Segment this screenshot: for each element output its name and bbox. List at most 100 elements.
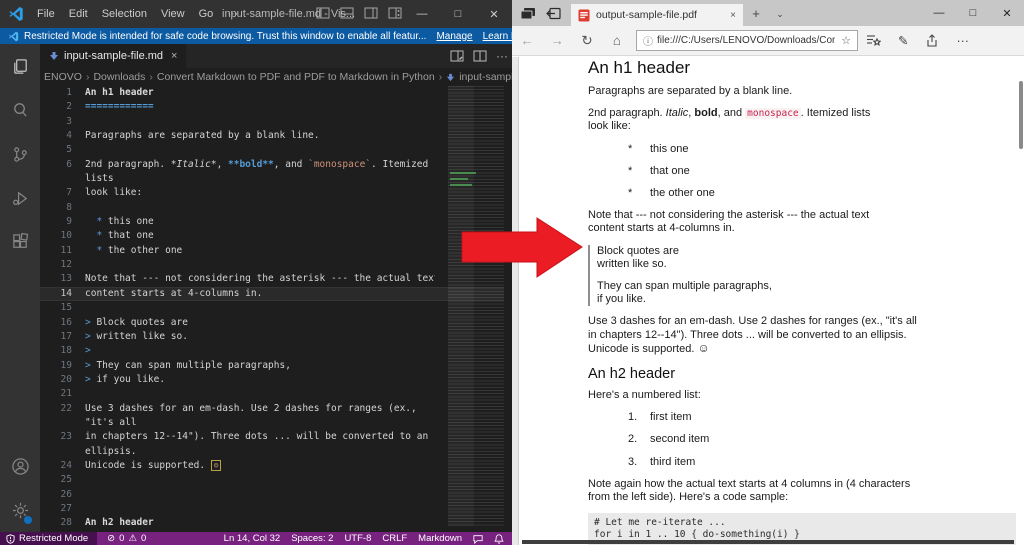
minimap[interactable] bbox=[448, 86, 504, 526]
editor-line[interactable]: 14content starts at 4-columns in. bbox=[40, 287, 512, 301]
editor-line[interactable]: ellipsis. bbox=[40, 445, 512, 459]
status-indentation[interactable]: Spaces: 2 bbox=[291, 533, 333, 544]
edge-minimize-button[interactable]: — bbox=[922, 0, 956, 26]
vscode-maximize-button[interactable]: □ bbox=[440, 0, 476, 28]
editor-line[interactable]: 8 bbox=[40, 201, 512, 215]
editor-line[interactable]: 27 bbox=[40, 502, 512, 516]
back-icon[interactable]: ← bbox=[512, 33, 542, 48]
editor-line[interactable]: 1An h1 header bbox=[40, 86, 512, 100]
editor-line[interactable]: 5 bbox=[40, 143, 512, 157]
sidebar-item-source-control[interactable] bbox=[0, 132, 40, 176]
menu-view[interactable]: View bbox=[154, 8, 192, 20]
favorites-hub-icon[interactable] bbox=[866, 34, 881, 47]
refresh-icon[interactable]: ↻ bbox=[572, 33, 602, 49]
editor-line[interactable]: 12 bbox=[40, 258, 512, 272]
breadcrumb-item[interactable]: input-sample-file.md bbox=[459, 71, 512, 83]
feedback-icon[interactable] bbox=[473, 534, 483, 544]
split-editor-icon[interactable] bbox=[473, 49, 487, 63]
editor-line[interactable]: 28An h2 header bbox=[40, 516, 512, 530]
toggle-secondary-sidebar-icon[interactable] bbox=[364, 6, 378, 20]
edge-maximize-button[interactable]: □ bbox=[956, 0, 990, 26]
tab-dropdown-icon[interactable]: ⌄ bbox=[769, 2, 791, 26]
breadcrumb-item[interactable]: Downloads bbox=[93, 71, 145, 83]
edge-close-button[interactable]: ✕ bbox=[990, 0, 1024, 26]
editor-line[interactable]: 23in chapters 12--14"). Three dots ... w… bbox=[40, 430, 512, 444]
vscode-close-button[interactable]: ✕ bbox=[476, 0, 512, 28]
add-favorite-star-icon[interactable]: ☆ bbox=[835, 34, 857, 47]
editor-line[interactable]: 25 bbox=[40, 473, 512, 487]
editor-line[interactable]: 15 bbox=[40, 301, 512, 315]
open-preview-icon[interactable] bbox=[450, 49, 464, 63]
edge-tab-label: output-sample-file.pdf bbox=[596, 9, 697, 21]
editor-line[interactable]: "it's all bbox=[40, 416, 512, 430]
breadcrumb-item[interactable]: ENOVO bbox=[44, 71, 82, 83]
menu-selection[interactable]: Selection bbox=[95, 8, 154, 20]
forward-icon[interactable]: → bbox=[542, 33, 572, 48]
editor-line[interactable]: 11 * the other one bbox=[40, 244, 512, 258]
vscode-minimize-button[interactable]: — bbox=[404, 0, 440, 28]
editor-line[interactable]: 13Note that --- not considering the aste… bbox=[40, 272, 512, 286]
settings-gear-icon[interactable] bbox=[0, 488, 40, 532]
edge-more-icon[interactable]: ··· bbox=[956, 34, 969, 48]
status-restricted-mode[interactable]: Restricted Mode bbox=[0, 532, 97, 545]
breadcrumb-item[interactable]: Convert Markdown to PDF and PDF to Markd… bbox=[157, 71, 435, 83]
editor-more-actions-icon[interactable]: ··· bbox=[496, 49, 508, 63]
accounts-icon[interactable] bbox=[0, 444, 40, 488]
edge-tab-bar: output-sample-file.pdf × + ⌄ — □ ✕ bbox=[512, 0, 1024, 26]
sidebar-item-search[interactable] bbox=[0, 88, 40, 132]
editor-line[interactable]: 3 bbox=[40, 115, 512, 129]
editor-line[interactable]: 10 * that one bbox=[40, 229, 512, 243]
editor-line[interactable]: 19> They can span multiple paragraphs, bbox=[40, 359, 512, 373]
tab-input-sample-file[interactable]: input-sample-file.md × bbox=[40, 44, 187, 68]
menu-go[interactable]: Go bbox=[192, 8, 221, 20]
editor-line[interactable]: 9 * this one bbox=[40, 215, 512, 229]
customize-layout-icon[interactable] bbox=[388, 6, 402, 20]
editor-line[interactable]: 20> if you like. bbox=[40, 373, 512, 387]
sidebar-item-explorer[interactable] bbox=[0, 44, 40, 88]
toggle-sidebar-icon[interactable] bbox=[316, 6, 330, 20]
notifications-bell-icon[interactable] bbox=[494, 534, 504, 544]
status-problems[interactable]: ⊘0 ⚠0 bbox=[97, 533, 146, 544]
editor-line[interactable]: 24Unicode is supported. ☺ bbox=[40, 459, 512, 473]
toggle-panel-icon[interactable] bbox=[340, 6, 354, 20]
editor-line[interactable]: lists bbox=[40, 172, 512, 186]
share-icon[interactable] bbox=[925, 34, 939, 48]
banner-learn-more-link[interactable]: Learn More bbox=[483, 31, 512, 42]
editor-line[interactable]: 17> written like so. bbox=[40, 330, 512, 344]
annotate-pen-icon[interactable]: ✎ bbox=[898, 33, 908, 48]
editor-line[interactable]: 7look like: bbox=[40, 186, 512, 200]
tab-close-icon[interactable]: × bbox=[171, 50, 177, 62]
status-encoding[interactable]: UTF-8 bbox=[344, 533, 371, 544]
banner-manage-link[interactable]: Manage bbox=[436, 31, 472, 42]
pdf-scrollbar-thumb[interactable] bbox=[1019, 81, 1023, 149]
sidebar-item-extensions[interactable] bbox=[0, 220, 40, 264]
address-url[interactable]: file:///C:/Users/LENOVO/Downloads/Conve bbox=[657, 35, 835, 46]
editor-line[interactable]: 62nd paragraph. *Italic*, **bold**, and … bbox=[40, 158, 512, 172]
editor-scrollbar[interactable] bbox=[504, 86, 512, 532]
tab-output-sample-file[interactable]: output-sample-file.pdf × bbox=[571, 4, 743, 26]
editor-line[interactable]: 4Paragraphs are separated by a blank lin… bbox=[40, 129, 512, 143]
sidebar-item-run-debug[interactable] bbox=[0, 176, 40, 220]
markdown-file-icon bbox=[49, 51, 59, 61]
edge-tab-close-icon[interactable]: × bbox=[730, 10, 736, 21]
tab-previews-icon[interactable] bbox=[520, 7, 536, 20]
menu-file[interactable]: File bbox=[30, 8, 62, 20]
address-bar[interactable]: ⓘ file:///C:/Users/LENOVO/Downloads/Conv… bbox=[636, 30, 858, 51]
editor-line[interactable]: 18> bbox=[40, 344, 512, 358]
site-info-icon[interactable]: ⓘ bbox=[637, 33, 657, 48]
set-tabs-aside-icon[interactable] bbox=[546, 7, 561, 20]
editor-line[interactable]: 21 bbox=[40, 387, 512, 401]
editor-line[interactable]: 22Use 3 dashes for an em-dash. Use 2 das… bbox=[40, 402, 512, 416]
status-cursor-position[interactable]: Ln 14, Col 32 bbox=[224, 533, 281, 544]
editor-line[interactable]: 16> Block quotes are bbox=[40, 316, 512, 330]
editor-line[interactable]: 26 bbox=[40, 488, 512, 502]
code-editor[interactable]: 1An h1 header2============34Paragraphs a… bbox=[40, 86, 512, 532]
status-eol[interactable]: CRLF bbox=[382, 533, 407, 544]
home-icon[interactable]: ⌂ bbox=[602, 33, 632, 48]
status-language[interactable]: Markdown bbox=[418, 533, 462, 544]
editor-line[interactable]: 2============ bbox=[40, 100, 512, 114]
new-tab-button[interactable]: + bbox=[743, 2, 769, 26]
menu-edit[interactable]: Edit bbox=[62, 8, 95, 20]
pdf-quote-paragraph: Block quotes are written like so. bbox=[597, 245, 1016, 271]
pdf-viewer[interactable]: An h1 headerParagraphs are separated by … bbox=[512, 57, 1024, 545]
